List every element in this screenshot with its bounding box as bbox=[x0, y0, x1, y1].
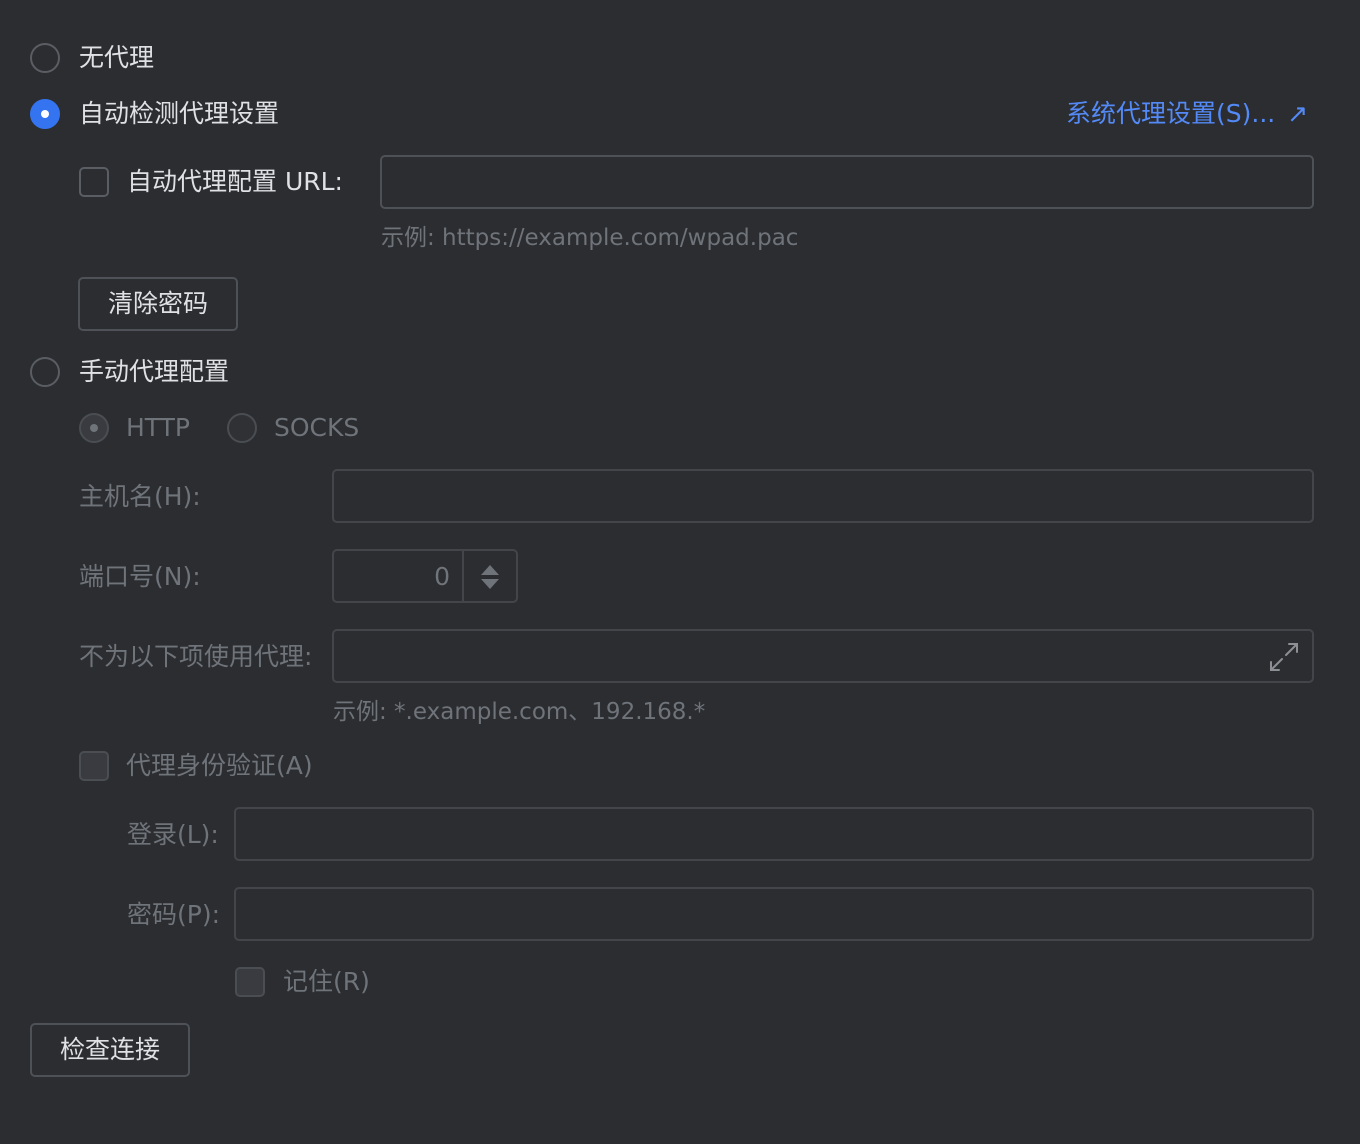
socks-radio[interactable] bbox=[227, 413, 257, 443]
http-label: HTTP bbox=[126, 413, 190, 442]
port-spinner[interactable]: 0 bbox=[332, 549, 518, 603]
external-link-icon: ↗ bbox=[1287, 99, 1309, 128]
remember-label: 记住(R) bbox=[283, 967, 370, 996]
expand-icon[interactable] bbox=[1268, 641, 1300, 673]
auto-detect-radio[interactable] bbox=[30, 99, 60, 129]
no-proxy-label: 无代理 bbox=[79, 43, 155, 72]
pac-url-label: 自动代理配置 URL: bbox=[127, 167, 343, 196]
proxy-auth-checkbox[interactable] bbox=[79, 751, 109, 781]
socks-label: SOCKS bbox=[274, 413, 360, 442]
pac-url-checkbox[interactable] bbox=[79, 167, 109, 197]
system-proxy-settings-label: 系统代理设置(S)... bbox=[1066, 99, 1276, 128]
check-connection-button[interactable]: 检查连接 bbox=[30, 1023, 190, 1077]
login-input[interactable] bbox=[234, 807, 1314, 861]
port-value: 0 bbox=[434, 562, 450, 591]
host-label: 主机名(H): bbox=[79, 482, 201, 511]
manual-proxy-label: 手动代理配置 bbox=[79, 357, 230, 386]
http-radio[interactable] bbox=[79, 413, 109, 443]
port-label: 端口号(N): bbox=[79, 562, 201, 591]
spinner-divider bbox=[462, 551, 464, 601]
decrement-arrow-icon[interactable] bbox=[481, 579, 499, 589]
increment-arrow-icon[interactable] bbox=[481, 565, 499, 575]
no-proxy-radio[interactable] bbox=[30, 43, 60, 73]
auto-detect-label: 自动检测代理设置 bbox=[79, 99, 280, 128]
remember-checkbox[interactable] bbox=[235, 967, 265, 997]
proxy-auth-label: 代理身份验证(A) bbox=[126, 751, 313, 780]
no-proxy-for-label: 不为以下项使用代理: bbox=[79, 642, 313, 671]
password-input[interactable] bbox=[234, 887, 1314, 941]
password-label: 密码(P): bbox=[127, 900, 221, 929]
host-input[interactable] bbox=[332, 469, 1314, 523]
manual-proxy-radio[interactable] bbox=[30, 357, 60, 387]
pac-url-example: 示例: https://example.com/wpad.pac bbox=[381, 225, 799, 251]
no-proxy-for-input[interactable] bbox=[332, 629, 1314, 683]
login-label: 登录(L): bbox=[127, 820, 219, 849]
clear-password-button[interactable]: 清除密码 bbox=[78, 277, 238, 331]
pac-url-input[interactable] bbox=[380, 155, 1314, 209]
system-proxy-settings-link[interactable]: 系统代理设置(S)... ↗ bbox=[1066, 99, 1308, 129]
no-proxy-example: 示例: *.example.com、192.168.* bbox=[333, 699, 706, 725]
